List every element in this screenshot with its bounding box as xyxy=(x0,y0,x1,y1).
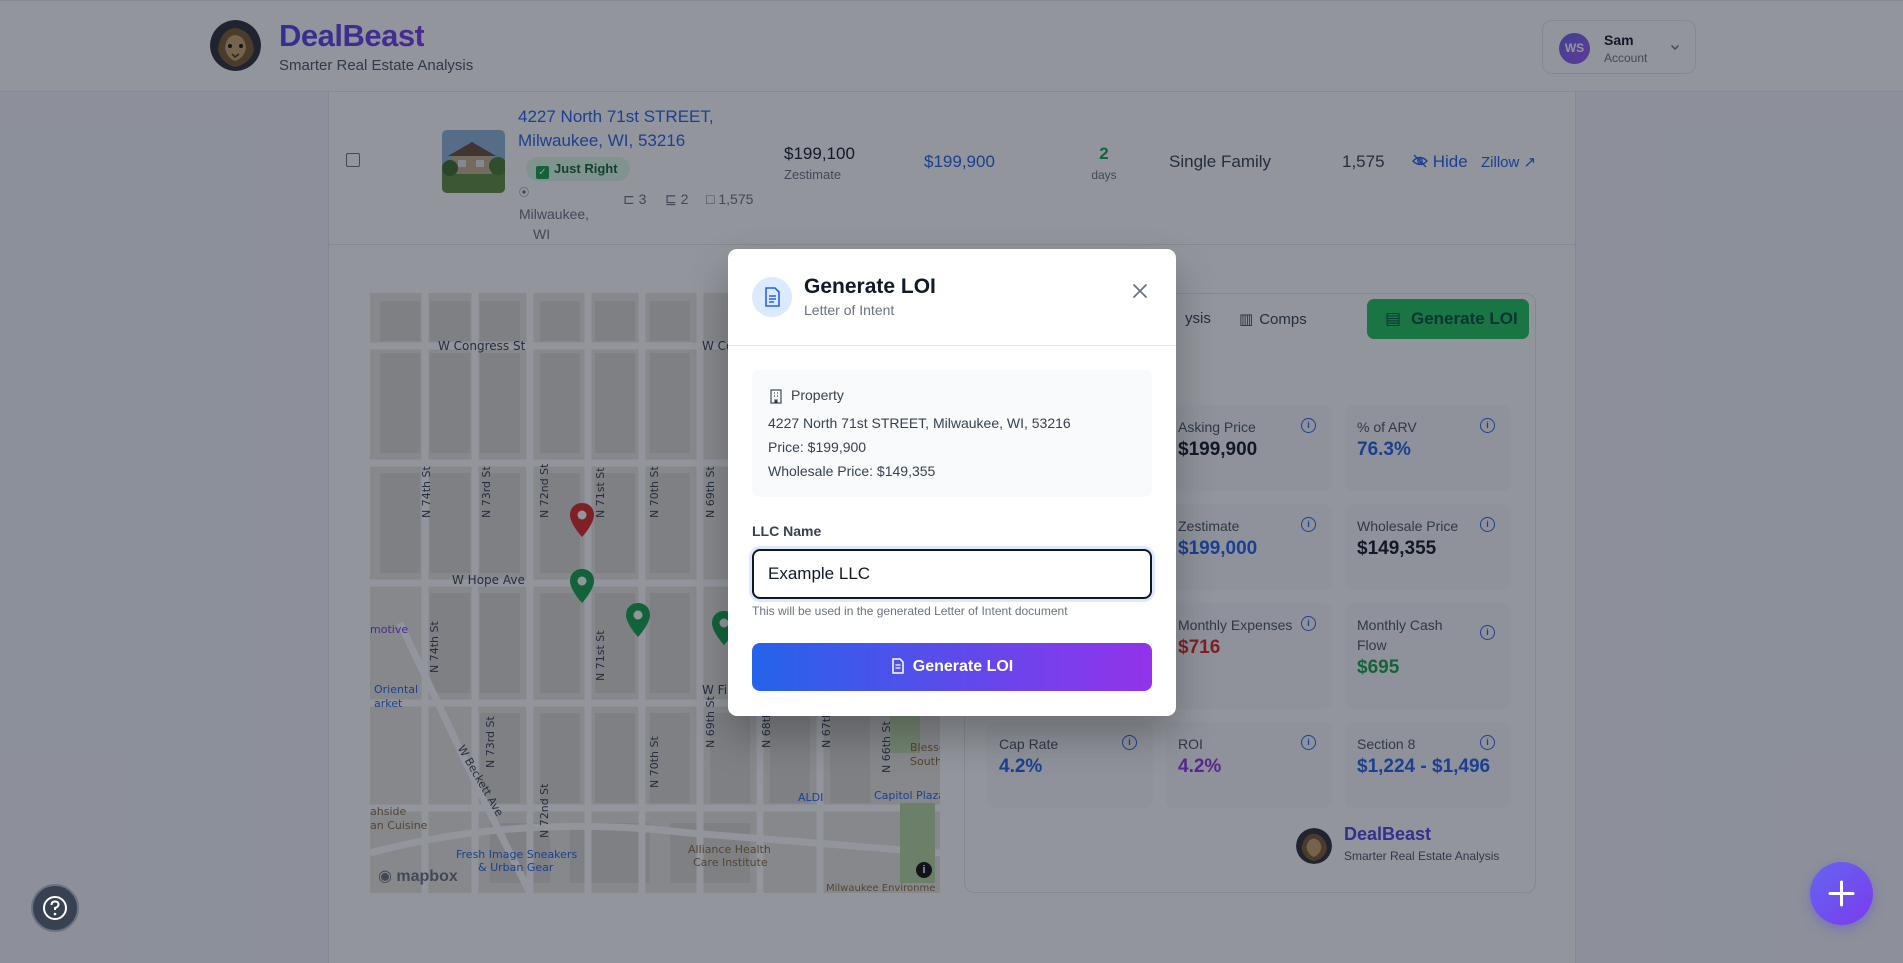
help-button[interactable] xyxy=(31,884,79,932)
llc-name-help-text: This will be used in the generated Lette… xyxy=(752,604,1068,618)
llc-name-label: LLC Name xyxy=(752,523,822,539)
plus-icon xyxy=(1828,880,1855,907)
document-icon xyxy=(752,277,792,317)
generate-loi-dialog: Generate LOI Letter of Intent Property 4… xyxy=(728,249,1176,716)
property-address: 4227 North 71st STREET, Milwaukee, WI, 5… xyxy=(768,415,1071,431)
close-icon[interactable] xyxy=(1128,279,1152,303)
generate-loi-button-label: Generate LOI xyxy=(912,658,1014,675)
divider xyxy=(728,345,1176,346)
document-icon xyxy=(891,646,905,694)
llc-name-input[interactable] xyxy=(752,549,1152,599)
dialog-title: Generate LOI xyxy=(804,275,936,298)
add-fab-button[interactable] xyxy=(1810,862,1873,925)
building-icon xyxy=(768,388,784,409)
property-summary: Property 4227 North 71st STREET, Milwauk… xyxy=(752,370,1152,497)
property-price: Price: $199,900 xyxy=(768,439,867,455)
generate-loi-button[interactable]: Generate LOI xyxy=(752,643,1152,691)
property-heading: Property xyxy=(791,387,844,403)
dialog-subtitle: Letter of Intent xyxy=(804,302,895,318)
property-wholesale-price: Wholesale Price: $149,355 xyxy=(768,463,936,479)
